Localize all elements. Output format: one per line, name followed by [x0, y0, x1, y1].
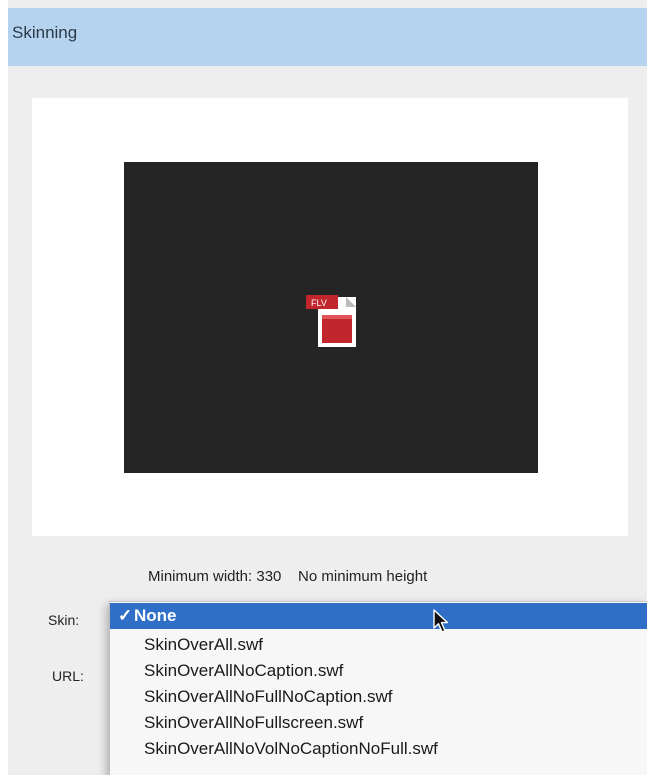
skin-option-skinoverall-nofullscreen[interactable]: SkinOverAllNoFullscreen.swf [110, 710, 647, 736]
skin-preview: FLV [32, 98, 628, 536]
video-preview-area: FLV [124, 162, 538, 473]
menu-item-label: SkinOverAll.swf [144, 635, 264, 654]
menu-item-label: SkinOverAllNoFullNoCaption.swf [144, 687, 393, 706]
menu-item-label: SkinOverAllNoFullscreen.swf [144, 713, 364, 732]
checkmark-icon: ✓ [118, 606, 133, 625]
skin-dropdown-menu[interactable]: ✓ None SkinOverAll.swf SkinOverAllNoCapt… [109, 601, 647, 775]
panel-title: Skinning [12, 23, 78, 42]
skin-label: Skin: [48, 612, 80, 628]
menu-item-label: SkinOverAllNoVolNoCaptionNoFull.swf [144, 739, 438, 758]
skin-option-skinoverall-nofull-nocaption[interactable]: SkinOverAllNoFullNoCaption.swf [110, 684, 647, 710]
menu-item-label: None [134, 606, 177, 625]
flv-badge-text: FLV [311, 298, 327, 308]
menu-item-label: SkinOverAllNoCaption.swf [144, 661, 344, 680]
arrow-cursor-icon [433, 609, 449, 633]
skin-option-skinoverall-nocaption[interactable]: SkinOverAllNoCaption.swf [110, 658, 647, 684]
panel-header: Skinning [8, 8, 647, 66]
skin-option-none[interactable]: ✓ None [110, 603, 647, 629]
skin-option-skinoverall-novol-nocaption-nofull[interactable]: SkinOverAllNoVolNoCaptionNoFull.swf [110, 736, 647, 762]
skinning-panel: Skinning FLV Minimum width: 330 No minim… [8, 0, 647, 775]
size-constraints-text: Minimum width: 330 No minimum height [148, 568, 428, 585]
flv-file-icon: FLV [306, 295, 356, 347]
skin-option-skinoverall[interactable]: SkinOverAll.swf [110, 632, 647, 658]
url-label: URL: [52, 668, 84, 684]
